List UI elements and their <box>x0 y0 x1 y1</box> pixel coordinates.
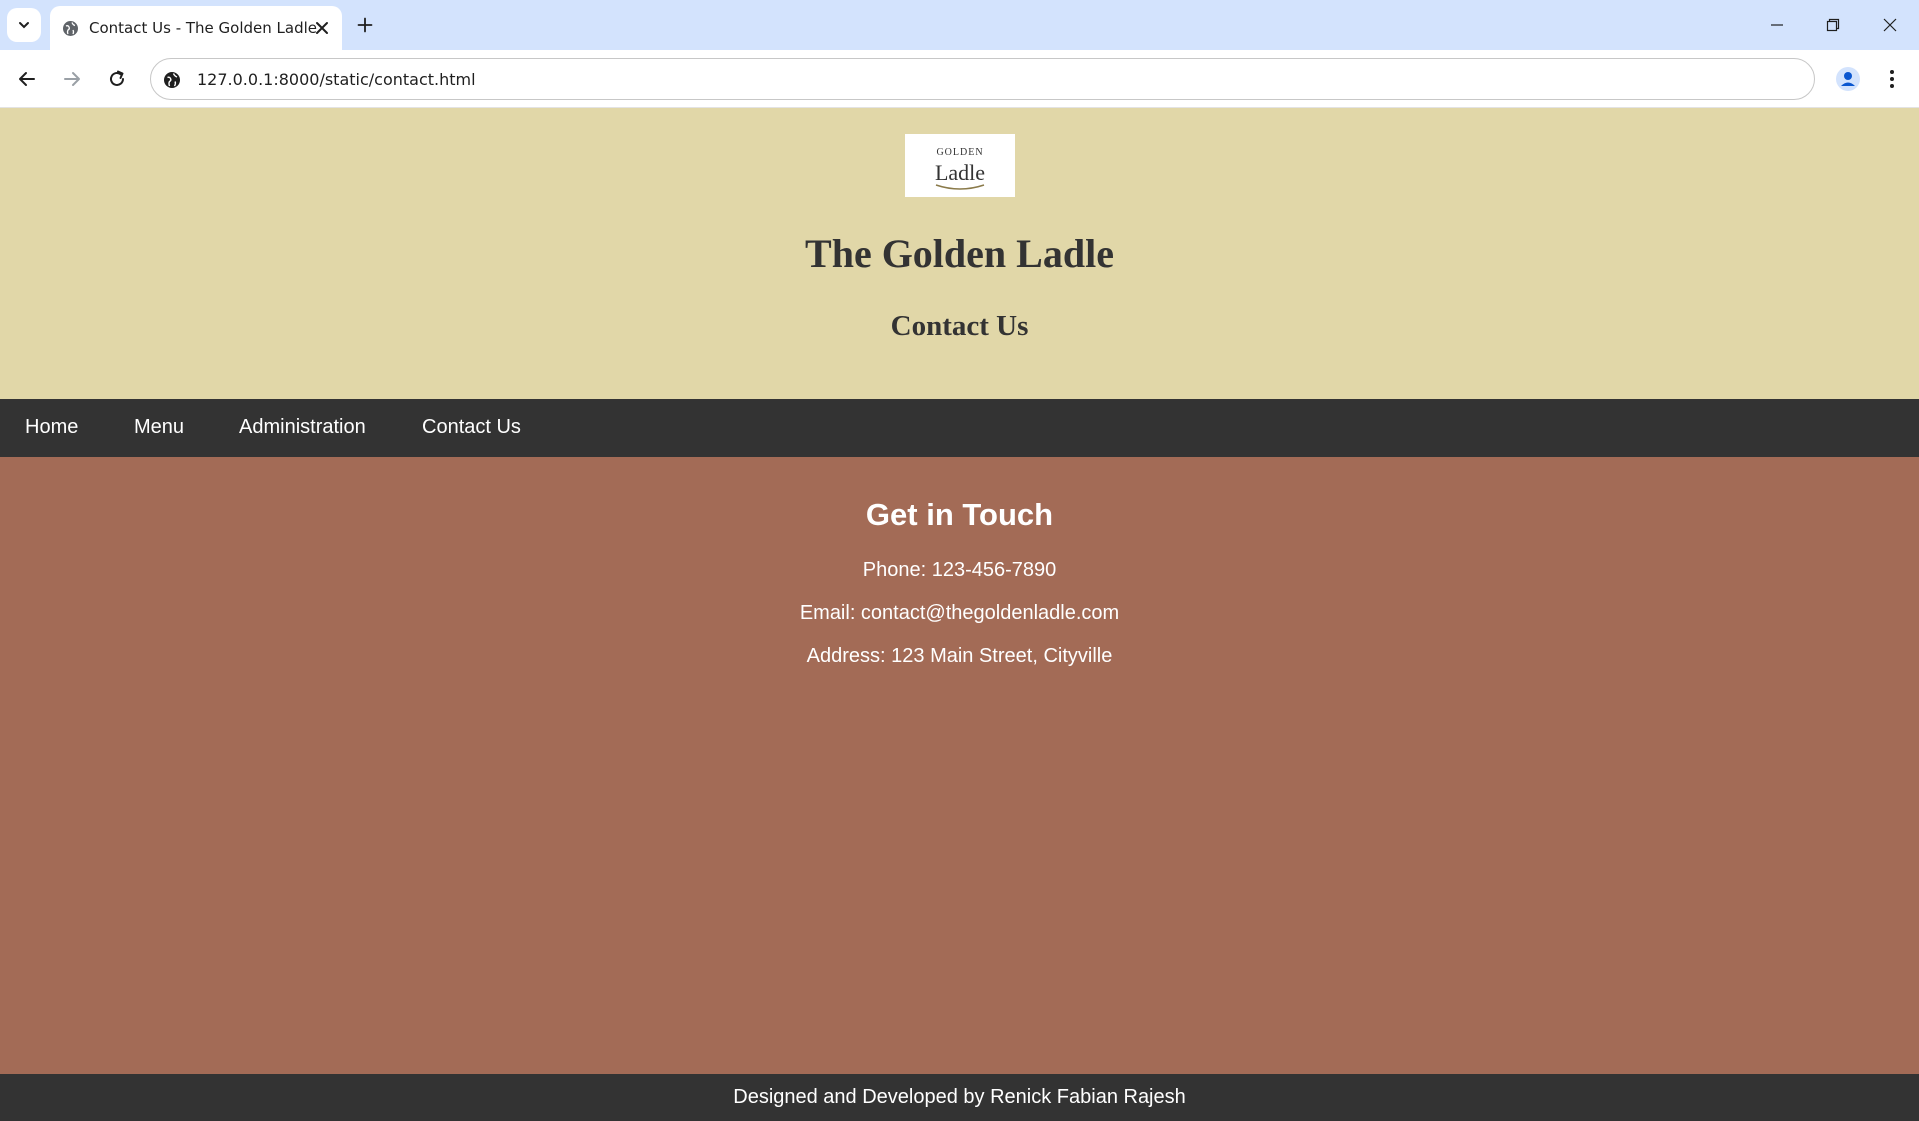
globe-icon <box>62 20 79 37</box>
back-button[interactable] <box>10 62 44 96</box>
contact-address: Address: 123 Main Street, Cityville <box>806 645 1113 667</box>
url-text: 127.0.0.1:8000/static/contact.html <box>197 70 476 89</box>
footer-credit: Designed and Developed by Renick Fabian … <box>733 1086 1186 1108</box>
logo-text-bottom: Ladle <box>935 160 985 185</box>
active-tab[interactable]: Contact Us - The Golden Ladle <box>50 6 342 50</box>
logo-text-top: GOLDEN <box>936 147 983 158</box>
nav-link-administration[interactable]: Administration <box>239 416 366 439</box>
nav-link-contact-us[interactable]: Contact Us <box>422 416 521 439</box>
arrow-left-icon <box>19 72 35 86</box>
more-vertical-icon <box>1890 70 1894 88</box>
browser-tabstrip: Contact Us - The Golden Ladle <box>0 0 1919 50</box>
arrow-right-icon <box>64 72 80 86</box>
nav-link-menu[interactable]: Menu <box>134 416 184 439</box>
site-footer: Designed and Developed by Renick Fabian … <box>0 1074 1919 1121</box>
tab-title: Contact Us - The Golden Ladle <box>89 19 317 37</box>
chevron-down-icon <box>19 22 29 29</box>
minimize-button[interactable] <box>1757 8 1797 42</box>
close-tab-icon[interactable] <box>312 18 332 38</box>
page-viewport: GOLDEN Ladle The Golden Ladle Contact Us… <box>0 108 1919 1121</box>
page-subtitle: Contact Us <box>890 310 1029 342</box>
reload-button[interactable] <box>100 62 134 96</box>
plus-icon <box>357 17 373 33</box>
contact-heading: Get in Touch <box>865 497 1054 532</box>
minimize-icon <box>1771 24 1783 26</box>
site-logo: GOLDEN Ladle <box>905 134 1015 197</box>
tab-search-button[interactable] <box>7 8 41 42</box>
close-window-button[interactable] <box>1870 8 1910 42</box>
restore-button[interactable] <box>1813 8 1853 42</box>
site-info-icon[interactable] <box>162 70 182 90</box>
restore-icon <box>1826 18 1840 32</box>
forward-button[interactable] <box>55 62 89 96</box>
site-nav: Home Menu Administration Contact Us <box>0 399 1919 457</box>
site-header: GOLDEN Ladle The Golden Ladle Contact Us <box>0 108 1919 399</box>
reload-icon <box>110 70 124 86</box>
profile-icon <box>1836 67 1860 91</box>
nav-link-home[interactable]: Home <box>25 416 78 439</box>
site-title: The Golden Ladle <box>805 231 1114 276</box>
browser-toolbar: 127.0.0.1:8000/static/contact.html <box>0 50 1919 108</box>
browser-menu-button[interactable] <box>1875 62 1909 96</box>
contact-phone: Phone: 123-456-7890 <box>862 559 1057 581</box>
profile-button[interactable] <box>1831 62 1865 96</box>
contact-email: Email: contact@thegoldenladle.com <box>799 602 1120 624</box>
new-tab-button[interactable] <box>352 12 378 38</box>
address-bar[interactable]: 127.0.0.1:8000/static/contact.html <box>150 58 1815 100</box>
close-icon <box>1883 18 1897 32</box>
